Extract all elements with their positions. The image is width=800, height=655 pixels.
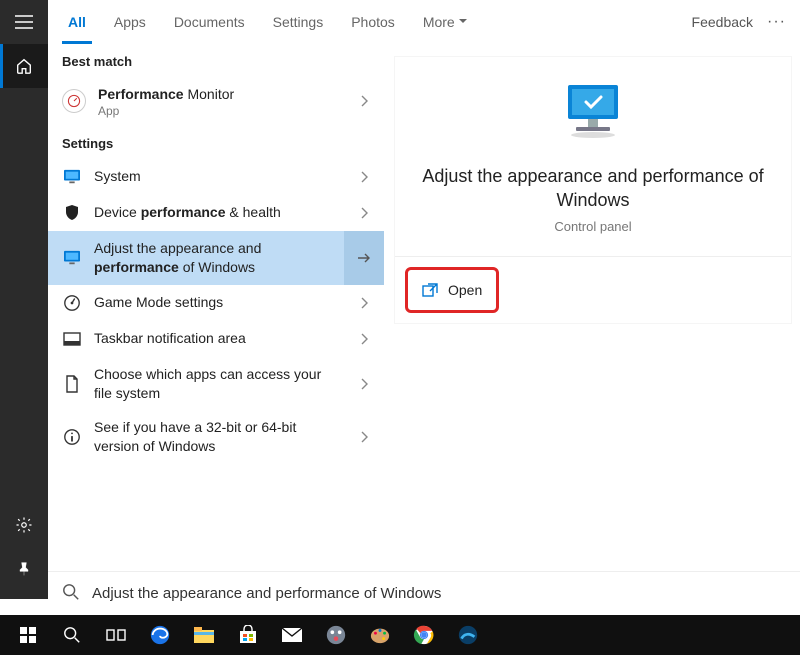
detail-subtitle: Control panel — [554, 219, 631, 234]
taskbar-explorer-icon[interactable] — [182, 615, 226, 655]
tab-all[interactable]: All — [62, 0, 92, 44]
taskbar-app-2-icon[interactable] — [446, 615, 490, 655]
more-options-icon[interactable]: ··· — [767, 13, 786, 31]
filter-tabs: All Apps Documents Settings Photos More … — [48, 0, 800, 44]
search-text: Adjust the appearance and performance of… — [92, 585, 441, 602]
taskbar-search-icon[interactable] — [50, 615, 94, 655]
result-device-performance-health[interactable]: Device performance & health — [48, 195, 384, 231]
tab-photos[interactable]: Photos — [345, 0, 401, 44]
open-label: Open — [448, 282, 482, 298]
chevron-right-icon — [360, 431, 368, 443]
info-icon — [62, 427, 82, 447]
taskbar-icon — [62, 329, 82, 349]
result-subtitle: App — [98, 104, 334, 118]
result-title: Taskbar notification area — [94, 329, 334, 348]
taskbar-store-icon[interactable] — [226, 615, 270, 655]
result-adjust-appearance-performance[interactable]: Adjust the appearance and performance of… — [48, 231, 384, 285]
result-title: Device performance & health — [94, 203, 334, 222]
feedback-link[interactable]: Feedback — [692, 14, 753, 30]
shield-icon — [62, 203, 82, 223]
chevron-right-icon — [360, 95, 368, 107]
gauge-icon — [62, 293, 82, 313]
detail-hero-icon — [558, 81, 628, 146]
chevron-down-icon — [459, 19, 467, 24]
taskbar — [0, 615, 800, 655]
annotation-highlight: Open — [405, 267, 499, 313]
search-results: Best match Performance Monitor App Setti… — [48, 44, 384, 599]
taskbar-paint-icon[interactable] — [358, 615, 402, 655]
chevron-right-icon — [360, 297, 368, 309]
result-title: Choose which apps can access your file s… — [94, 365, 334, 403]
tab-settings[interactable]: Settings — [267, 0, 330, 44]
result-game-mode[interactable]: Game Mode settings — [48, 285, 384, 321]
open-icon — [422, 283, 438, 297]
perfmon-icon — [62, 89, 86, 113]
tab-apps[interactable]: Apps — [108, 0, 152, 44]
result-title: See if you have a 32-bit or 64-bit versi… — [94, 418, 334, 456]
hamburger-icon[interactable] — [0, 0, 48, 44]
result-32-64-bit[interactable]: See if you have a 32-bit or 64-bit versi… — [48, 410, 384, 464]
home-icon[interactable] — [0, 44, 48, 88]
result-system[interactable]: System — [48, 159, 384, 195]
start-button[interactable] — [6, 615, 50, 655]
search-icon — [62, 583, 80, 605]
settings-gear-icon[interactable] — [0, 503, 48, 547]
open-button[interactable]: Open — [412, 274, 492, 306]
taskbar-chrome-icon[interactable] — [402, 615, 446, 655]
section-settings: Settings — [48, 126, 384, 159]
pin-icon[interactable] — [0, 547, 48, 591]
tab-more-label: More — [423, 14, 455, 30]
chevron-right-icon — [360, 207, 368, 219]
result-taskbar-notification[interactable]: Taskbar notification area — [48, 321, 384, 357]
monitor-icon — [62, 248, 82, 268]
search-input[interactable]: Adjust the appearance and performance of… — [48, 571, 800, 615]
result-title: Performance Monitor — [98, 85, 334, 104]
monitor-icon — [62, 167, 82, 187]
chevron-right-icon — [360, 171, 368, 183]
cortana-side-rail — [0, 0, 48, 599]
result-title: System — [94, 167, 334, 186]
detail-title: Adjust the appearance and performance of… — [419, 164, 767, 213]
taskbar-edge-icon[interactable] — [138, 615, 182, 655]
section-best-match: Best match — [48, 44, 384, 77]
result-title: Adjust the appearance and performance of… — [94, 239, 334, 277]
detail-pane: Adjust the appearance and performance of… — [384, 44, 800, 599]
chevron-right-icon — [360, 378, 368, 390]
result-app-file-access[interactable]: Choose which apps can access your file s… — [48, 357, 384, 411]
result-title: Game Mode settings — [94, 293, 334, 312]
taskbar-app-1-icon[interactable] — [314, 615, 358, 655]
arrow-right-icon — [357, 252, 371, 264]
search-panel: All Apps Documents Settings Photos More … — [48, 0, 800, 599]
task-view-icon[interactable] — [94, 615, 138, 655]
taskbar-mail-icon[interactable] — [270, 615, 314, 655]
tab-more[interactable]: More — [417, 0, 473, 44]
chevron-right-icon — [360, 333, 368, 345]
tab-documents[interactable]: Documents — [168, 0, 251, 44]
result-performance-monitor[interactable]: Performance Monitor App — [48, 77, 384, 126]
page-icon — [62, 374, 82, 394]
